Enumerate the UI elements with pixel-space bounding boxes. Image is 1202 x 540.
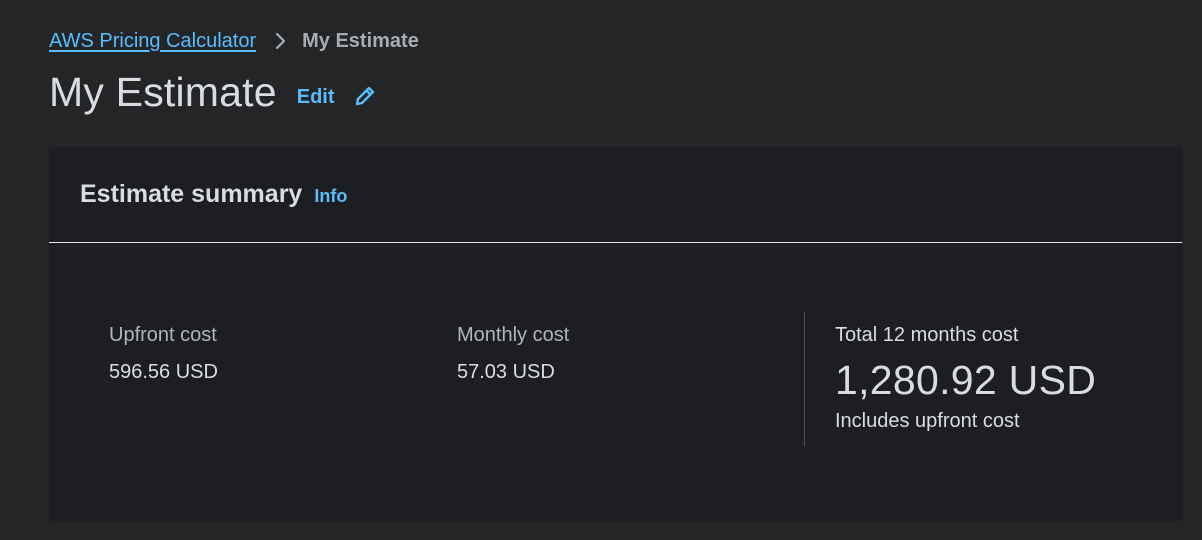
total-cost-label: Total 12 months cost — [835, 324, 1019, 346]
monthly-cost-value: 57.03 USD — [457, 361, 555, 383]
monthly-cost-metric: Monthly cost 57.03 USD — [457, 324, 569, 384]
upfront-cost-value: 596.56 USD — [109, 361, 218, 383]
card-title: Estimate summary — [80, 180, 303, 208]
total-cost-metric: Total 12 months cost 1,280.92 USD Includ… — [835, 324, 1096, 433]
upfront-cost-label: Upfront cost — [109, 324, 217, 346]
estimate-summary-card: Estimate summary Info Upfront cost 596.5… — [49, 147, 1182, 521]
total-cost-note: Includes upfront cost — [835, 410, 1020, 432]
pencil-icon[interactable] — [353, 84, 377, 108]
title-row: My Estimate Edit — [49, 64, 377, 120]
chevron-right-icon — [274, 32, 286, 50]
total-cost-value: 1,280.92 USD — [835, 357, 1097, 403]
breadcrumb-current: My Estimate — [302, 29, 419, 52]
breadcrumb-link-pricing-calculator[interactable]: AWS Pricing Calculator — [49, 30, 256, 53]
page: AWS Pricing Calculator My Estimate My Es… — [0, 0, 1202, 540]
page-title: My Estimate — [49, 68, 277, 115]
upfront-cost-metric: Upfront cost 596.56 USD — [109, 324, 218, 384]
info-link[interactable]: Info — [314, 186, 347, 207]
edit-link[interactable]: Edit — [297, 86, 335, 109]
vertical-divider — [804, 312, 805, 446]
card-header: Estimate summary Info — [49, 147, 1182, 243]
breadcrumb: AWS Pricing Calculator My Estimate — [49, 28, 419, 54]
monthly-cost-label: Monthly cost — [457, 324, 570, 346]
